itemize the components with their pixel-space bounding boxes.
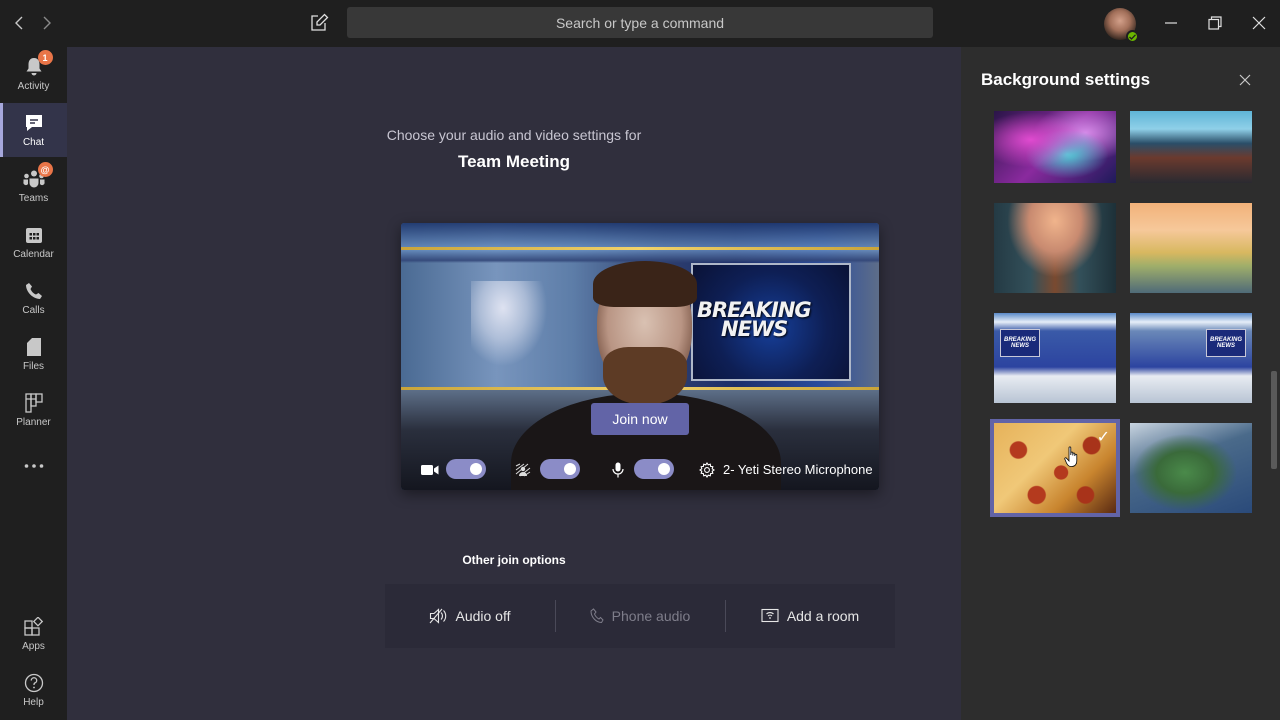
forward-button[interactable] (37, 13, 57, 33)
apps-icon (23, 616, 45, 638)
background-thumbnail-painted-landscape[interactable] (1130, 203, 1252, 293)
room-icon (761, 608, 779, 623)
rail-item-planner[interactable]: Planner (0, 383, 67, 437)
background-thumbnail-cliffside-lake[interactable] (1130, 111, 1252, 183)
camera-toggle[interactable] (446, 459, 486, 479)
add-room-option[interactable]: Add a room (725, 584, 895, 648)
background-settings-panel: Background settings BREAKING NEWS BREAKI… (961, 47, 1280, 720)
close-icon (1239, 74, 1251, 86)
rail-item-chat[interactable]: Chat (0, 103, 67, 157)
thumbnail-news-text: BREAKING NEWS (1000, 329, 1040, 357)
chat-icon (23, 112, 45, 134)
rail-item-label: Files (22, 361, 45, 372)
compose-button[interactable] (308, 12, 330, 34)
rail-item-activity[interactable]: 1 Activity (0, 47, 67, 101)
audio-off-option[interactable]: Audio off (385, 584, 555, 648)
rail-item-help[interactable]: Help (0, 663, 67, 717)
more-icon (23, 455, 45, 477)
close-window-button[interactable] (1245, 10, 1273, 36)
phone-icon (590, 608, 604, 624)
file-icon (23, 336, 45, 358)
rail-item-label: Activity (17, 81, 50, 92)
search-input[interactable]: Search or type a command (347, 7, 933, 38)
close-icon (1252, 16, 1266, 30)
prejoin-screen: Choose your audio and video settings for… (67, 47, 961, 720)
panel-title: Background settings (981, 70, 1151, 89)
rail-item-calls[interactable]: Calls (0, 271, 67, 325)
chevron-right-icon (43, 16, 51, 30)
rail-item-label: Calls (22, 305, 45, 316)
meeting-title: Team Meeting (457, 152, 571, 171)
background-blur-icon (513, 461, 533, 479)
activity-badge: 1 (37, 50, 53, 65)
selected-check-icon: ✓ (1096, 429, 1110, 446)
speaker-off-icon (430, 608, 447, 624)
breaking-news-text: BREAKING NEWS (697, 298, 812, 341)
background-thumbnail-autumn-street[interactable] (994, 203, 1116, 293)
rail-item-label: Planner (16, 417, 51, 428)
app-rail: 1 Activity Chat @ Teams Calendar Calls F… (0, 47, 67, 720)
back-button[interactable] (9, 13, 29, 33)
other-join-options-title: Other join options (462, 553, 566, 567)
thumbnail-news-text: BREAKING NEWS (1206, 329, 1246, 357)
background-thumbnail-galaxy[interactable] (994, 111, 1116, 183)
audio-device-label[interactable]: 2- Yeti Stereo Microphone (723, 462, 873, 477)
planner-icon (23, 392, 45, 414)
avatar[interactable] (1104, 8, 1139, 43)
search-placeholder: Search or type a command (555, 14, 725, 31)
phone-audio-option[interactable]: Phone audio (555, 584, 725, 648)
camera-icon (420, 461, 440, 479)
maximize-button[interactable] (1201, 10, 1229, 36)
compose-icon (311, 13, 329, 31)
title-bar: Search or type a command (0, 0, 1280, 47)
rail-item-label: Help (23, 697, 44, 708)
background-blur-toggle[interactable] (540, 459, 580, 479)
chevron-left-icon (15, 16, 23, 30)
minimize-icon (1165, 22, 1177, 24)
microphone-icon (608, 461, 628, 479)
world-map-graphic (471, 281, 551, 371)
microphone-toggle[interactable] (634, 459, 674, 479)
background-thumbnail-news-studio-right[interactable]: BREAKING NEWS (1130, 313, 1252, 403)
rail-item-apps[interactable]: Apps (0, 607, 67, 661)
device-controls: 2- Yeti Stereo Microphone (401, 451, 879, 490)
join-now-button[interactable]: Join now (591, 403, 689, 435)
panel-scrollbar[interactable] (1271, 371, 1277, 469)
rail-more-button[interactable] (0, 439, 67, 493)
rail-item-calendar[interactable]: Calendar (0, 215, 67, 269)
close-panel-button[interactable] (1235, 70, 1255, 90)
bell-icon: 1 (23, 50, 53, 78)
teams-mention-badge: @ (37, 162, 53, 177)
rail-item-files[interactable]: Files (0, 327, 67, 381)
prejoin-subtitle: Choose your audio and video settings for (386, 127, 642, 143)
background-thumbnail-weather-map[interactable] (1130, 423, 1252, 513)
rail-item-teams[interactable]: @ Teams (0, 159, 67, 213)
background-thumbnail-pizza[interactable]: ✓ (990, 419, 1120, 517)
calendar-icon (23, 224, 45, 246)
rail-item-label: Chat (22, 137, 45, 148)
background-thumbnail-news-studio-left[interactable]: BREAKING NEWS (994, 313, 1116, 403)
help-icon (23, 672, 45, 694)
other-join-options: Audio off Phone audio Add a room (385, 584, 895, 648)
device-settings-button[interactable] (697, 461, 717, 479)
teams-icon: @ (22, 162, 53, 190)
video-preview: BREAKING NEWS Join now 2- Yeti Stereo Mi… (401, 223, 879, 490)
rail-item-label: Teams (18, 193, 49, 204)
rail-item-label: Apps (22, 641, 45, 652)
phone-icon (23, 280, 45, 302)
restore-icon (1208, 16, 1222, 30)
minimize-button[interactable] (1157, 10, 1185, 36)
presence-available-icon (1126, 30, 1139, 43)
rail-item-label: Calendar (13, 249, 54, 260)
gear-icon (699, 462, 715, 478)
